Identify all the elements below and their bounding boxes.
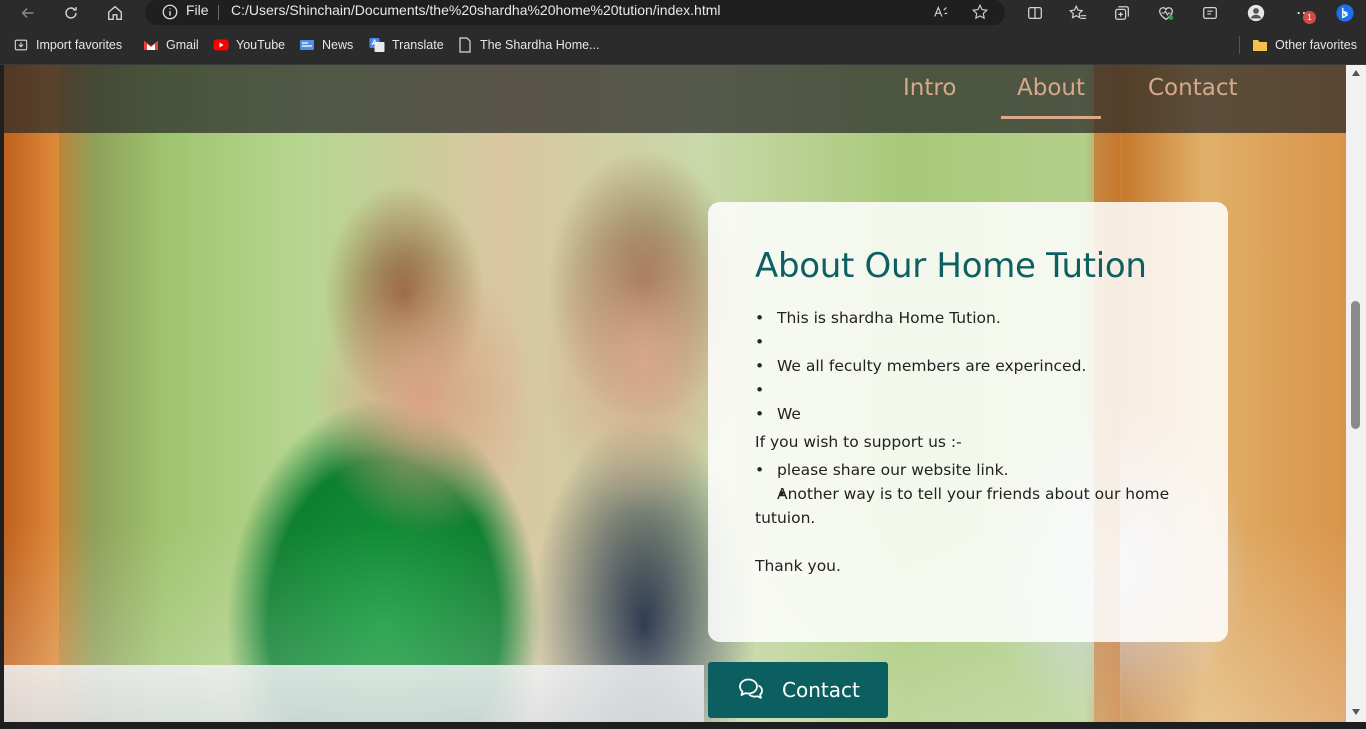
browser-essentials-icon[interactable] (1152, 0, 1180, 25)
support-points-list: please share our website link. Another w… (755, 458, 1181, 530)
split-screen-icon[interactable] (1021, 0, 1049, 25)
nav-active-underline (1001, 116, 1101, 119)
chat-bubbles-icon (738, 677, 764, 704)
closing-text: Thank you. (755, 557, 841, 575)
bookmark-translate[interactable]: Translate (369, 38, 444, 52)
bookmark-label: The Shardha Home... (480, 38, 600, 52)
bookmark-gmail[interactable]: Gmail (143, 38, 199, 52)
info-icon[interactable] (161, 3, 179, 21)
nav-intro[interactable]: Intro (903, 75, 956, 101)
bookmark-label: Import favorites (36, 38, 123, 52)
favorite-star-icon[interactable] (971, 3, 989, 21)
bookmark-label: YouTube (236, 38, 286, 52)
support-point: please share our website link. (755, 458, 1181, 482)
about-point: We (755, 402, 1181, 426)
gmail-icon (143, 38, 159, 52)
about-card: About Our Home Tution This is shardha Ho… (708, 202, 1228, 642)
bookmark-label: Gmail (166, 38, 199, 52)
address-divider (218, 5, 219, 20)
list-spacer (755, 330, 1181, 354)
back-arrow-icon[interactable] (14, 0, 42, 25)
scroll-down-arrow-icon[interactable] (1352, 709, 1360, 715)
page-scrollbar[interactable] (1346, 65, 1366, 722)
collections-icon[interactable] (1108, 0, 1136, 25)
read-aloud-icon[interactable] (932, 3, 950, 21)
contact-button[interactable]: Contact (708, 662, 888, 718)
bookmark-youtube[interactable]: YouTube (213, 38, 285, 52)
about-point: We all feculty members are experinced. (755, 354, 1181, 378)
page-viewport: Intro About Contact About Our Home Tutio… (4, 65, 1346, 722)
bookmark-label: Translate (392, 38, 444, 52)
window-bottom-edge (0, 722, 1366, 729)
top-navbar: Intro About Contact (4, 65, 1346, 133)
address-bar[interactable]: File C:/Users/Shinchain/Documents/the%20… (145, 0, 1005, 26)
tab-sync-icon[interactable] (1196, 0, 1224, 25)
support-point: Another way is to tell your friends abou… (755, 482, 1181, 530)
about-title: About Our Home Tution (755, 246, 1147, 286)
bing-copilot-icon[interactable] (1328, 0, 1362, 25)
youtube-icon (213, 38, 229, 52)
refresh-icon[interactable] (57, 0, 85, 25)
translate-icon (369, 38, 385, 52)
bookmark-other-favorites[interactable]: Other favorites (1252, 38, 1357, 52)
address-url[interactable]: C:/Users/Shinchain/Documents/the%20shard… (231, 2, 721, 18)
home-icon[interactable] (101, 0, 129, 25)
bookmark-label: Other favorites (1275, 38, 1357, 52)
favorites-icon[interactable] (1064, 0, 1092, 25)
scroll-up-arrow-icon[interactable] (1352, 70, 1360, 76)
browser-toolbar: File C:/Users/Shinchain/Documents/the%20… (0, 0, 1366, 26)
bookmark-label: News (322, 38, 354, 52)
bookmarks-divider (1239, 36, 1240, 54)
news-icon (299, 38, 315, 52)
profile-avatar-icon[interactable] (1242, 0, 1270, 25)
bookmark-news[interactable]: News (299, 38, 353, 52)
nav-contact[interactable]: Contact (1148, 75, 1237, 101)
contact-button-label: Contact (782, 678, 860, 702)
folder-icon (1252, 38, 1268, 52)
list-spacer (755, 378, 1181, 402)
notification-badge: 1 (1303, 11, 1316, 24)
address-scheme: File (186, 2, 209, 18)
about-point: This is shardha Home Tution. (755, 306, 1181, 330)
scroll-thumb[interactable] (1351, 301, 1360, 429)
page-icon (457, 37, 473, 53)
bookmark-import-favorites[interactable]: Import favorites (13, 38, 122, 52)
bookmarks-bar: Import favorites Gmail YouTube News Tran… (0, 25, 1366, 65)
bookmark-shardha-home[interactable]: The Shardha Home... (457, 37, 600, 53)
import-icon (13, 38, 29, 52)
nav-about[interactable]: About (1017, 75, 1085, 101)
about-points-list: This is shardha Home Tution. We all fecu… (755, 306, 1181, 426)
support-intro: If you wish to support us :- (755, 433, 962, 451)
